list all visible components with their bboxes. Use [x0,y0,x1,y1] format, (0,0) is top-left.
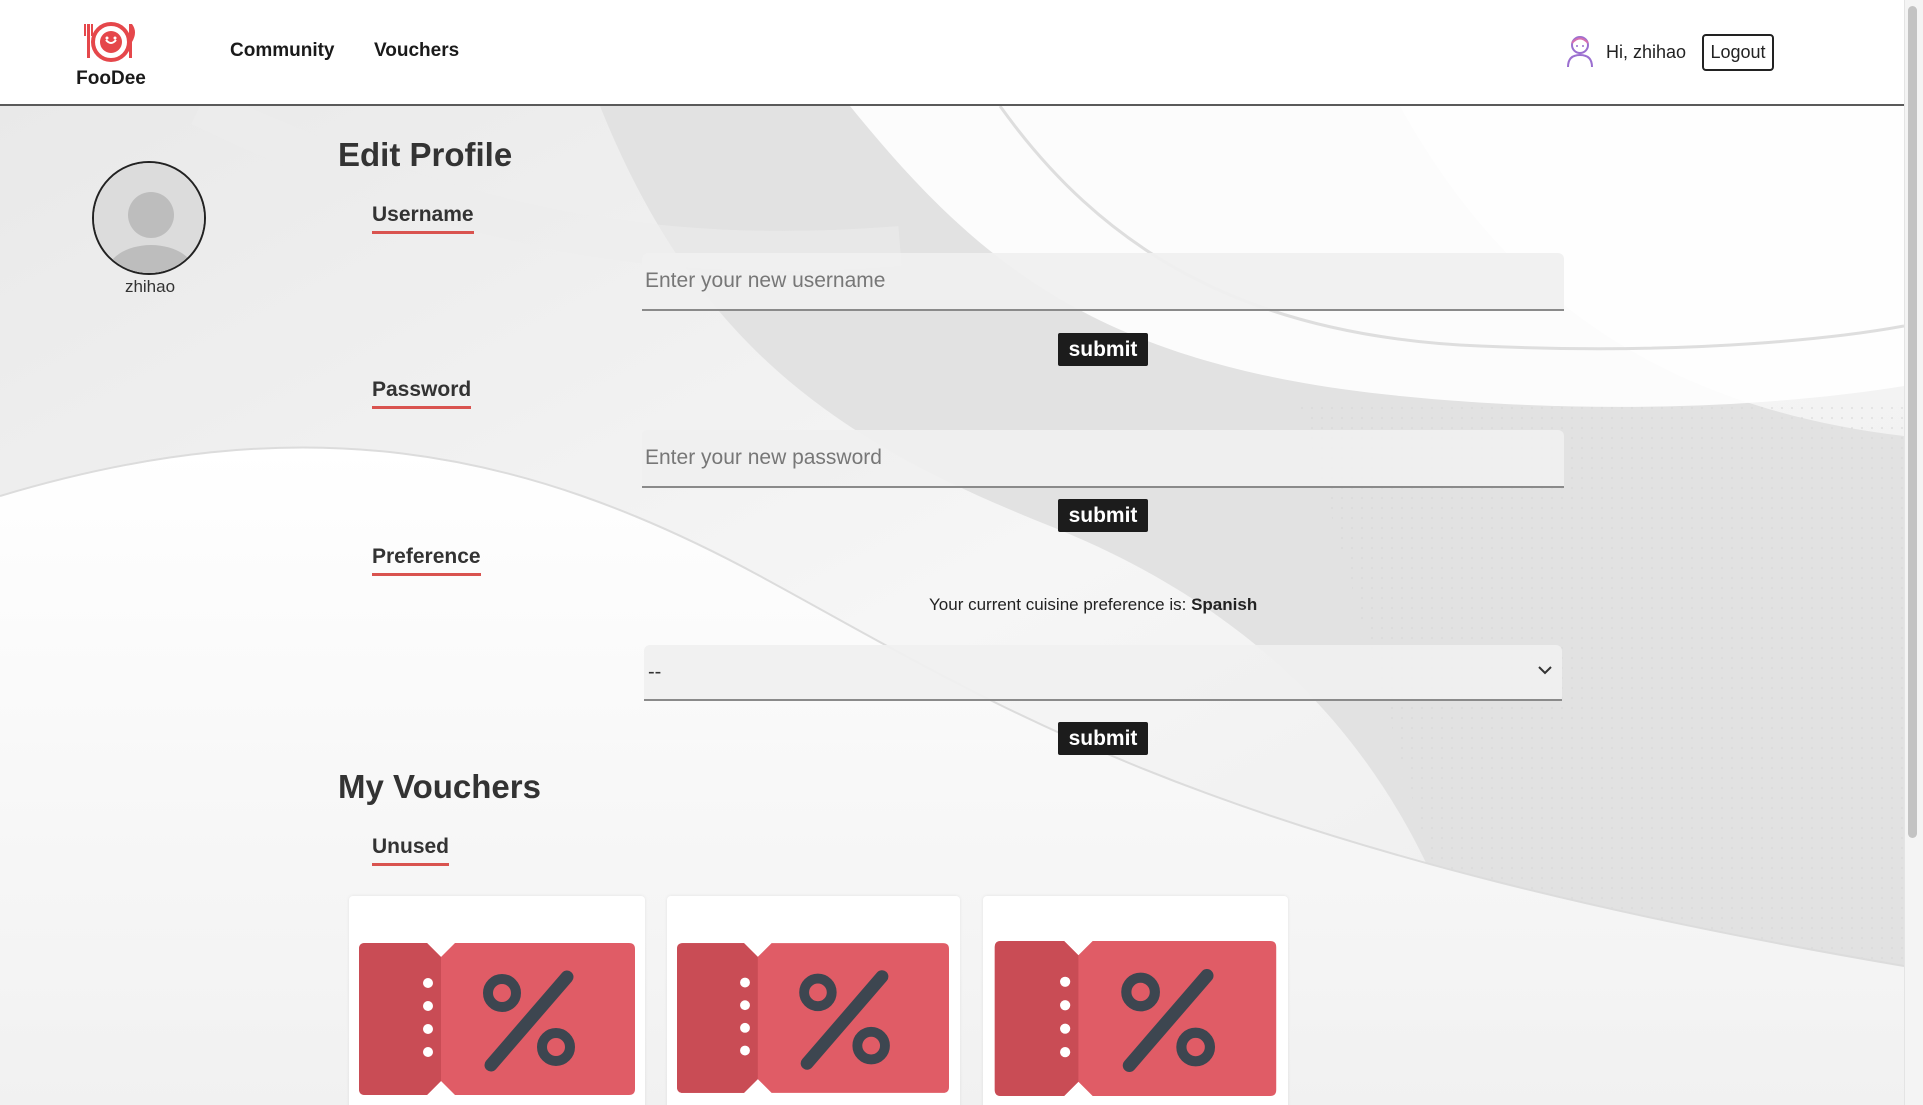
voucher-card[interactable] [983,896,1288,1105]
cuisine-preference-select[interactable]: -- [644,645,1562,701]
page: FooDee Community Vouchers Hi, zhihao Log… [0,0,1923,1105]
avatar-username: zhihao [124,277,176,296]
nav-community-link[interactable]: Community [230,40,335,62]
user-profile-icon[interactable] [1566,34,1594,68]
profile-content: zhihao Edit Profile Username submit Pass… [0,106,1904,1105]
user-avatar-block: zhihao [92,161,208,297]
voucher-card[interactable] [667,896,960,1105]
username-submit-button[interactable]: submit [1058,333,1148,366]
avatar[interactable] [92,161,206,275]
logout-button[interactable]: Logout [1702,34,1774,71]
chevron-down-icon [1538,666,1552,675]
greeting-text: Hi, zhihao [1606,42,1687,62]
password-submit-button[interactable]: submit [1058,499,1148,532]
new-password-input[interactable] [642,430,1564,488]
voucher-card[interactable] [349,896,645,1105]
logo-text: FooDee [76,68,146,89]
cloche-logo-icon [84,22,135,62]
edit-profile-heading: Edit Profile [338,136,513,173]
new-username-input[interactable] [642,253,1564,311]
preference-section-label: Preference [372,545,481,576]
page-scrollbar-thumb[interactable] [1908,6,1917,838]
percent-ticket-icon [677,943,949,1093]
cuisine-select-value: -- [648,661,662,683]
percent-ticket-icon [994,941,1277,1096]
current-preference-value: Spanish [1191,595,1258,614]
unused-vouchers-tab[interactable]: Unused [372,835,450,866]
username-section-label: Username [372,203,474,234]
top-navbar: FooDee Community Vouchers Hi, zhihao Log… [0,0,1904,106]
app-logo[interactable]: FooDee [74,16,148,90]
preference-submit-button[interactable]: submit [1058,722,1148,755]
password-section-label: Password [372,378,472,409]
percent-ticket-icon [359,943,635,1095]
default-avatar-icon [94,163,204,273]
current-preference-label: Your current cuisine preference is: [929,595,1187,614]
current-preference-text: Your current cuisine preference is: Span… [929,595,1257,615]
my-vouchers-heading: My Vouchers [338,768,541,805]
nav-vouchers-link[interactable]: Vouchers [374,40,459,62]
